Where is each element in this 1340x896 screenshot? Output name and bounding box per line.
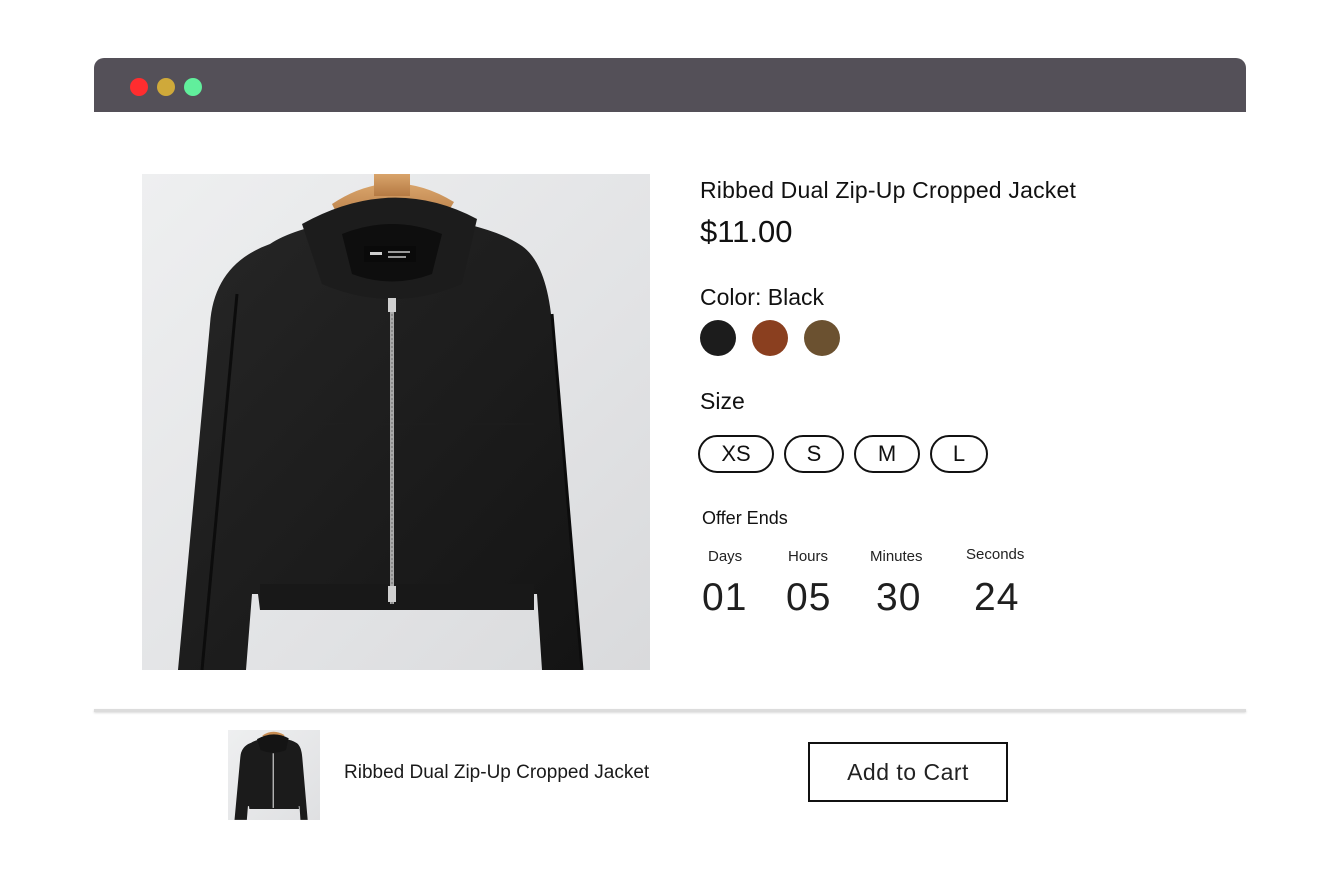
product-price: $11.00 <box>700 214 793 249</box>
countdown-seconds-value: 24 <box>974 576 1020 619</box>
offer-ends-label: Offer Ends <box>702 508 788 528</box>
maximize-window-icon[interactable] <box>184 78 202 96</box>
sticky-product-title: Ribbed Dual Zip-Up Cropped Jacket <box>344 762 650 783</box>
size-option-xs[interactable]: XS <box>698 435 774 473</box>
add-to-cart-button[interactable]: Add to Cart <box>808 742 1008 802</box>
countdown-hours-label: Hours <box>788 548 829 565</box>
countdown-minutes-value: 30 <box>876 576 922 619</box>
color-label: Color: Black <box>700 284 824 310</box>
product-title: Ribbed Dual Zip-Up Cropped Jacket <box>700 177 1077 203</box>
countdown-hours-value: 05 <box>786 576 832 619</box>
product-thumbnail <box>228 730 320 820</box>
color-swatch-olive[interactable] <box>804 320 840 356</box>
countdown-days-label: Days <box>708 548 743 565</box>
window-title-bar <box>94 58 1246 112</box>
size-label: Size <box>700 388 745 414</box>
product-image <box>142 174 650 670</box>
sticky-bar-divider <box>94 709 1246 712</box>
countdown-minutes-label: Minutes <box>870 548 923 565</box>
countdown-seconds-label: Seconds <box>966 546 1025 563</box>
size-option-m[interactable]: M <box>854 435 920 473</box>
jacket-thumbnail-icon <box>234 731 308 820</box>
color-swatch-black[interactable] <box>700 320 736 356</box>
close-window-icon[interactable] <box>130 78 148 96</box>
minimize-window-icon[interactable] <box>157 78 175 96</box>
jacket-photo-icon <box>178 174 584 670</box>
color-swatch-brown[interactable] <box>752 320 788 356</box>
countdown-days-value: 01 <box>702 576 748 619</box>
size-option-l[interactable]: L <box>930 435 988 473</box>
size-option-s[interactable]: S <box>784 435 844 473</box>
